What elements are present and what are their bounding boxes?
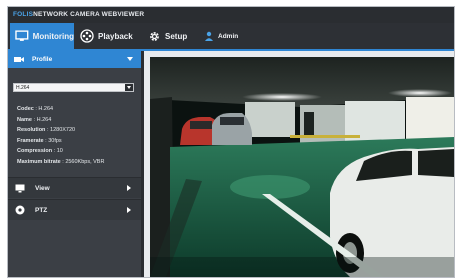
info-row: Compression : 10 [17,148,63,154]
brand-title: NETWORK CAMERA WEBVIEWER [33,11,145,18]
tab-playback[interactable]: Playback [78,23,138,49]
sidebar-item-view[interactable]: View [8,177,141,198]
info-value: 2560Kbps, VBR [65,158,105,165]
info-label: Compression [17,148,53,154]
info-row: Framerate : 30fps [17,137,62,144]
sidebar-item-label: View [35,184,50,192]
brand-logo: FOLIS [13,11,34,18]
tab-label: Playback [98,31,133,41]
tab-label: Setup [165,31,188,41]
chevron-down-icon [127,57,133,61]
sidebar: Profile H.264 Codec : H.264 Name : H.264… [8,51,141,277]
tab-label: Monitoring [32,31,74,41]
info-row: Resolution : 1280X720 [17,127,76,133]
stream-select-value: H.264 [16,85,30,91]
ptz-icon [15,205,25,215]
chevron-right-icon [127,185,131,191]
video-viewer [144,51,454,277]
info-row: Maximum bitrate : 2560Kbps, VBR [17,158,105,165]
tab-admin[interactable]: Admin [200,23,250,49]
sidebar-item-ptz[interactable]: PTZ [8,199,141,220]
info-label: Resolution [17,127,46,133]
info-label: Maximum bitrate [17,158,61,165]
tab-monitoring[interactable]: Monitoring [10,23,74,49]
camera-feed-image [150,57,454,277]
user-icon [205,31,213,41]
info-row: Name : H.264 [17,116,52,123]
profile-header[interactable]: Profile [8,51,141,68]
tab-setup[interactable]: Setup [144,23,196,49]
info-value: 30fps [48,137,62,144]
profile-title: Profile [32,56,53,63]
display-icon [15,184,25,193]
profile-info: Codec : H.264 Name : H.264 Resolution : … [17,106,139,169]
info-value: 10 [56,148,63,154]
info-value: H.264 [36,116,52,123]
info-row: Codec : H.264 [17,106,54,112]
chevron-right-icon [127,207,131,213]
app-window: FOLISNETWORK CAMERA WEBVIEWER Monitoring… [7,6,455,278]
info-value: H.264 [38,106,54,112]
main-nav: Monitoring Playback Setup Admin [8,23,454,51]
sidebar-item-label: PTZ [35,206,48,214]
camera-icon [14,56,24,63]
live-video-feed[interactable] [150,57,454,277]
stream-select[interactable]: H.264 [13,83,134,92]
info-label: Framerate [17,137,44,144]
title-bar: FOLISNETWORK CAMERA WEBVIEWER [8,7,454,23]
monitor-icon [15,30,29,41]
info-label: Codec [17,106,34,112]
gear-icon [150,31,159,41]
film-reel-icon [80,29,94,43]
dropdown-arrow-icon[interactable] [125,84,133,91]
tab-label: Admin [218,32,239,40]
info-value: 1280X720 [50,127,76,133]
info-label: Name [17,116,32,123]
app-title: FOLISNETWORK CAMERA WEBVIEWER [13,11,144,18]
